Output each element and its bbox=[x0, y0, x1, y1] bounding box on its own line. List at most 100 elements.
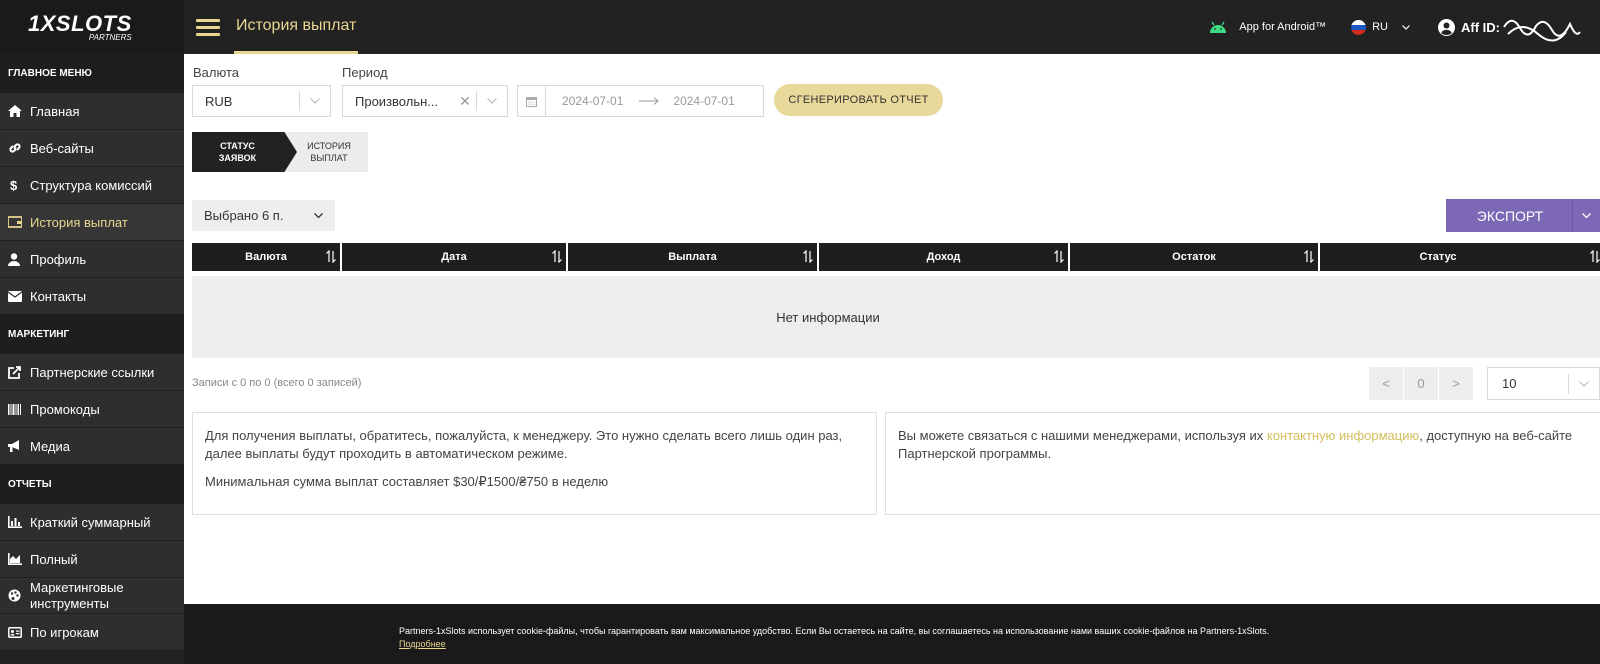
sidebar-item-marketing-tools[interactable]: Маркетинговые инструменты bbox=[0, 578, 184, 614]
sort-icon bbox=[803, 250, 813, 263]
column-header-balance[interactable]: Остаток bbox=[1070, 243, 1320, 271]
link-icon bbox=[8, 141, 30, 155]
contact-info-text: Вы можете связаться с нашими менеджерами… bbox=[898, 427, 1588, 463]
sidebar-item-payout-history[interactable]: История выплат bbox=[0, 204, 184, 241]
date-to[interactable]: 2024-07-01 bbox=[673, 94, 734, 108]
language-selector[interactable]: RU bbox=[1351, 19, 1410, 35]
page-title: История выплат bbox=[234, 0, 359, 54]
sidebar-item-profile[interactable]: Профиль bbox=[0, 241, 184, 278]
android-app-label: App for Android™ bbox=[1239, 21, 1327, 33]
sidebar-item-label: По игрокам bbox=[30, 624, 99, 640]
column-header-currency[interactable]: Валюта bbox=[192, 243, 342, 271]
sidebar-item-label: Маркетинговые инструменты bbox=[30, 579, 124, 611]
bar-chart-icon bbox=[8, 516, 30, 528]
sort-icon bbox=[1054, 250, 1064, 263]
section-title-main: ГЛАВНОЕ МЕНЮ bbox=[0, 54, 184, 93]
table-header: Валюта Дата Выплата Доход Остаток Статус bbox=[192, 243, 1600, 271]
currency-select[interactable]: RUB bbox=[192, 85, 331, 117]
redacted-scribble bbox=[1503, 19, 1581, 42]
id-card-icon bbox=[8, 626, 30, 638]
barcode-icon bbox=[8, 403, 30, 415]
column-header-date[interactable]: Дата bbox=[342, 243, 568, 271]
date-range-picker[interactable]: 2024-07-01 2024-07-01 bbox=[517, 85, 764, 117]
column-header-label: Дата bbox=[441, 251, 467, 263]
prev-page-button[interactable]: < bbox=[1369, 367, 1403, 400]
column-chooser-label: Выбрано 6 п. bbox=[204, 208, 284, 223]
section-title-marketing: МАРКЕТИНГ bbox=[0, 315, 184, 354]
column-header-payout[interactable]: Выплата bbox=[568, 243, 819, 271]
dollar-icon: $ bbox=[10, 177, 18, 193]
column-chooser[interactable]: Выбрано 6 п. bbox=[192, 200, 335, 231]
tab-label: ИСТОРИЯ ВЫПЛАТ bbox=[307, 141, 351, 163]
cookie-banner: Partners-1xSlots использует cookie-файлы… bbox=[184, 604, 1600, 664]
external-link-icon bbox=[8, 365, 30, 379]
sidebar-item-promocodes[interactable]: Промокоды bbox=[0, 391, 184, 428]
currency-value: RUB bbox=[205, 93, 233, 109]
sidebar-item-by-players[interactable]: По игрокам bbox=[0, 614, 184, 651]
megaphone-icon bbox=[8, 440, 30, 452]
pagination: < 0 > bbox=[1369, 367, 1474, 400]
sidebar-item-media[interactable]: Медиа bbox=[0, 428, 184, 465]
sort-icon bbox=[1590, 250, 1600, 263]
user-circle-icon bbox=[1438, 18, 1455, 36]
period-select[interactable]: Произвольн... ✕ bbox=[342, 85, 508, 117]
sidebar-item-partner-links[interactable]: Партнерские ссылки bbox=[0, 354, 184, 391]
android-app-link[interactable]: App for Android™ bbox=[1209, 21, 1326, 33]
sidebar-item-label: Медиа bbox=[30, 438, 70, 454]
arrow-right-icon bbox=[639, 97, 660, 105]
user-icon bbox=[8, 252, 30, 266]
sort-icon bbox=[552, 250, 562, 263]
column-header-status[interactable]: Статус bbox=[1320, 243, 1600, 271]
calendar-icon bbox=[518, 86, 546, 116]
chevron-down-icon[interactable] bbox=[1572, 199, 1600, 232]
chevron-down-icon bbox=[477, 98, 507, 104]
account-menu[interactable]: Aff ID: bbox=[1438, 12, 1600, 42]
page-size-select[interactable]: 10 bbox=[1487, 367, 1600, 400]
chevron-down-icon bbox=[1569, 380, 1599, 387]
minimum-payout-text: Минимальная сумма выплат составляет $30/… bbox=[205, 474, 609, 489]
logo[interactable]: 1XSLOTS PARTNERS bbox=[0, 0, 184, 54]
top-bar: История выплат App for Android™ RU Aff I… bbox=[184, 0, 1600, 54]
menu-toggle-icon[interactable] bbox=[196, 15, 220, 40]
chevron-down-icon bbox=[1402, 24, 1410, 30]
sidebar-item-label: Структура комиссий bbox=[30, 177, 153, 193]
contact-text-before: Вы можете связаться с нашими менеджерами… bbox=[898, 428, 1267, 443]
sidebar-item-full[interactable]: Полный bbox=[0, 541, 184, 578]
sidebar-item-label: Веб-сайты bbox=[30, 140, 94, 156]
column-header-income[interactable]: Доход bbox=[819, 243, 1070, 271]
android-icon bbox=[1210, 21, 1227, 33]
sidebar-item-commission[interactable]: $ Структура комиссий bbox=[0, 167, 184, 204]
sidebar-item-home[interactable]: Главная bbox=[0, 93, 184, 130]
home-icon bbox=[8, 105, 30, 117]
column-header-label: Статус bbox=[1419, 251, 1457, 263]
current-page: 0 bbox=[1404, 367, 1438, 400]
aff-id-label: Aff ID: bbox=[1461, 19, 1500, 35]
sidebar-item-label: Полный bbox=[30, 551, 78, 567]
contact-info-link[interactable]: контактную информацию bbox=[1267, 428, 1419, 443]
sidebar-item-label: История выплат bbox=[30, 214, 128, 230]
clear-icon[interactable]: ✕ bbox=[454, 93, 476, 110]
main-content: Валюта RUB Период Произвольн... ✕ 2024-0… bbox=[184, 54, 1600, 604]
cookie-more-link[interactable]: Подробнее bbox=[399, 639, 446, 649]
column-header-label: Остаток bbox=[1172, 251, 1216, 263]
export-label: ЭКСПОРТ bbox=[1476, 207, 1544, 224]
envelope-icon bbox=[8, 290, 30, 302]
sidebar-item-summary[interactable]: Краткий суммарный bbox=[0, 504, 184, 541]
area-chart-icon bbox=[8, 553, 30, 565]
sidebar-item-label: Промокоды bbox=[30, 401, 100, 417]
date-from[interactable]: 2024-07-01 bbox=[562, 94, 623, 108]
chevron-down-icon bbox=[314, 212, 323, 218]
next-page-button[interactable]: > bbox=[1439, 367, 1473, 400]
logo-sub-text: PARTNERS bbox=[88, 32, 132, 42]
page-size-value: 10 bbox=[1502, 376, 1517, 391]
sidebar: 1XSLOTS PARTNERS ГЛАВНОЕ МЕНЮ Главная Ве… bbox=[0, 0, 184, 664]
period-label: Период bbox=[342, 65, 388, 80]
export-button[interactable]: ЭКСПОРТ bbox=[1446, 199, 1600, 232]
generate-report-button[interactable]: СГЕНЕРИРОВАТЬ ОТЧЕТ bbox=[774, 84, 943, 116]
empty-text: Нет информации bbox=[776, 309, 880, 325]
sidebar-item-websites[interactable]: Веб-сайты bbox=[0, 130, 184, 167]
sort-icon bbox=[326, 250, 336, 263]
sort-icon bbox=[1304, 250, 1314, 263]
sidebar-item-contacts[interactable]: Контакты bbox=[0, 278, 184, 315]
tab-request-status[interactable]: СТАТУС ЗАЯВОК bbox=[192, 132, 297, 172]
